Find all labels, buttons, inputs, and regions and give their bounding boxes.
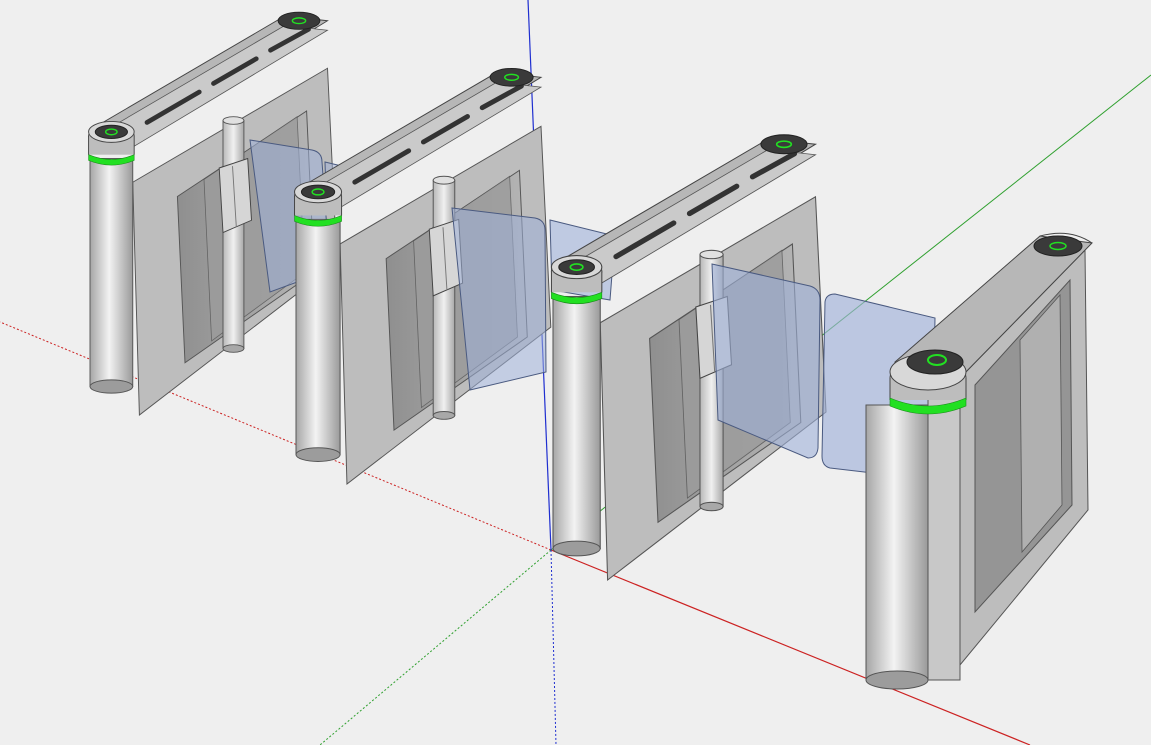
3d-model-viewport[interactable] — [0, 0, 1151, 745]
scene-canvas[interactable] — [0, 0, 1151, 745]
